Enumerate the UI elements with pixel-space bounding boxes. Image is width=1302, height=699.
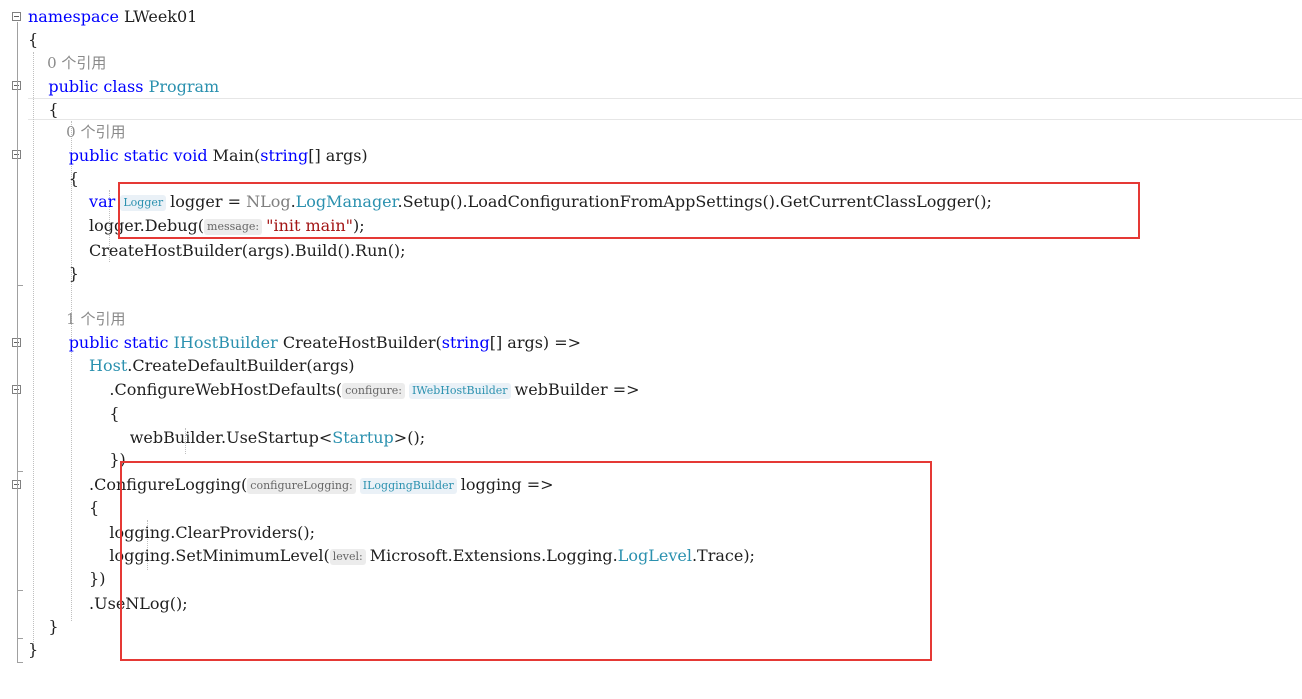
- code-token: CreateHostBuilder(: [277, 333, 442, 352]
- code-token: IHostBuilder: [173, 333, 278, 352]
- fold-connector-line: [17, 22, 18, 662]
- code-line: .ConfigureWebHostDefaults(configure: IWeb…: [28, 378, 640, 401]
- code-token: Program: [148, 77, 220, 96]
- codelens-reference-count[interactable]: 0 个引用: [28, 121, 125, 144]
- collapse-namespace-icon[interactable]: [12, 12, 21, 21]
- code-line: {: [28, 167, 79, 190]
- code-token: }: [28, 640, 39, 659]
- code-token: public: [48, 77, 99, 96]
- code-line: public static IHostBuilder CreateHostBui…: [28, 331, 581, 354]
- code-token: Host: [89, 356, 128, 375]
- code-token: }): [28, 569, 106, 588]
- code-token: {: [28, 169, 79, 188]
- code-line: {: [28, 496, 99, 519]
- code-token: 0 个引用: [28, 123, 126, 141]
- code-token: Startup: [332, 428, 394, 447]
- code-line: {: [28, 28, 38, 51]
- fold-end-marker: [17, 590, 23, 591]
- code-token: 1 个引用: [28, 310, 126, 328]
- code-token: webBuilder =>: [514, 380, 640, 399]
- fold-end-marker: [17, 285, 23, 286]
- code-line: Host.CreateDefaultBuilder(args): [28, 354, 355, 377]
- codelens-reference-count[interactable]: 0 个引用: [28, 52, 106, 75]
- code-token: [] args) =>: [489, 333, 582, 352]
- code-token: {: [28, 30, 39, 49]
- code-token: namespace: [28, 7, 119, 26]
- code-line: }: [28, 638, 38, 661]
- code-token: [] args): [308, 146, 368, 165]
- code-line: }): [28, 567, 105, 590]
- code-token: string: [441, 333, 490, 352]
- code-token: webBuilder.UseStartup<: [28, 428, 333, 447]
- code-line: }: [28, 262, 79, 285]
- fold-end-marker: [17, 471, 23, 472]
- highlight-box-logger-setup: [118, 182, 1140, 239]
- code-token: }: [28, 617, 59, 636]
- code-token: public: [68, 146, 119, 165]
- inlay-hint: IWebHostBuilder: [408, 383, 511, 399]
- inlay-hint: configure:: [342, 383, 405, 399]
- code-line: public class Program: [28, 75, 219, 98]
- code-token: Main(: [207, 146, 261, 165]
- code-token: CreateHostBuilder(args).Build().Run();: [28, 241, 406, 260]
- code-line: }): [28, 448, 126, 471]
- code-token: LWeek01: [118, 7, 198, 26]
- code-token: static: [123, 146, 169, 165]
- code-token: >();: [393, 428, 426, 447]
- codelens-reference-count[interactable]: 1 个引用: [28, 308, 125, 331]
- code-line: }: [28, 615, 59, 638]
- code-line: CreateHostBuilder(args).Build().Run();: [28, 239, 406, 262]
- code-token: string: [260, 146, 309, 165]
- code-line: webBuilder.UseStartup<Startup>();: [28, 426, 425, 449]
- code-token: .ConfigureWebHostDefaults(: [28, 380, 343, 399]
- code-line: public static void Main(string[] args): [28, 144, 368, 167]
- fold-end-marker: [17, 662, 23, 663]
- code-line: {: [28, 402, 120, 425]
- code-token: {: [28, 498, 100, 517]
- code-token: void: [173, 146, 208, 165]
- highlight-box-configure-logging: [120, 461, 932, 661]
- code-token: }: [28, 264, 79, 283]
- code-editor[interactable]: namespace LWeek01 { 0 个引用 public class Pr…: [0, 0, 1302, 699]
- code-token: {: [28, 100, 59, 119]
- code-token: static: [123, 333, 169, 352]
- code-token: var: [89, 192, 116, 211]
- code-line: {: [28, 98, 59, 121]
- code-token: {: [28, 404, 120, 423]
- current-line-highlight: [28, 98, 1302, 120]
- code-token: public: [68, 333, 119, 352]
- fold-end-marker: [17, 638, 23, 639]
- code-token: class: [103, 77, 144, 96]
- code-token: }): [28, 450, 126, 469]
- code-token: 0 个引用: [28, 54, 107, 72]
- code-line: namespace LWeek01: [28, 5, 197, 28]
- code-token: .CreateDefaultBuilder(args): [127, 356, 355, 375]
